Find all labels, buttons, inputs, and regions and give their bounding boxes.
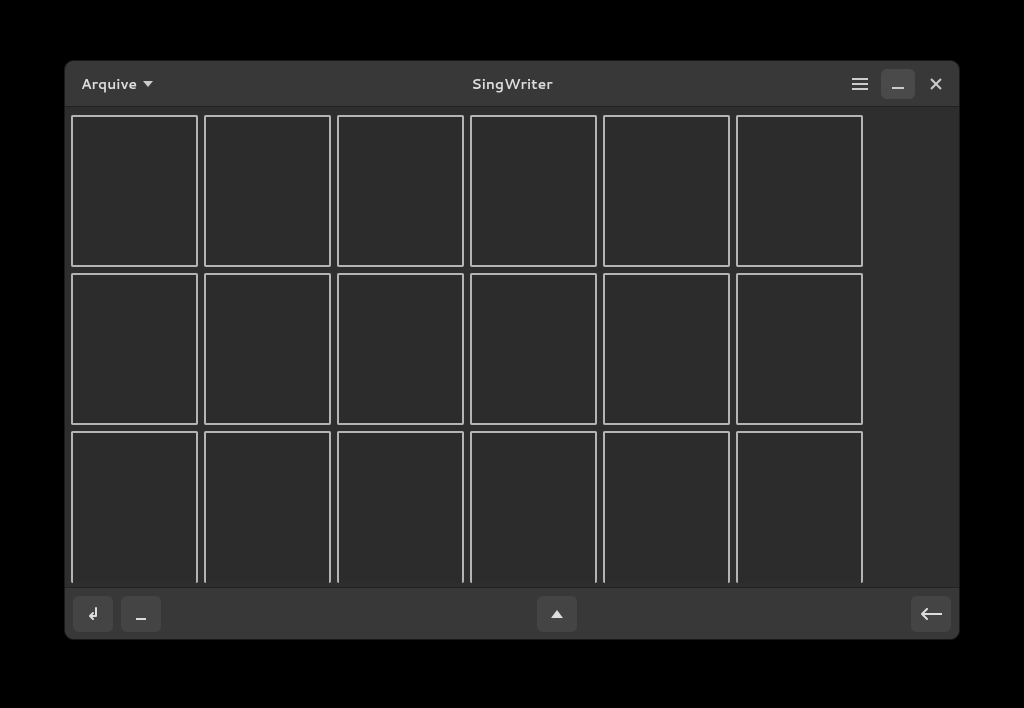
minimize-button[interactable] [881,69,915,99]
expand-up-button[interactable] [537,596,577,632]
backspace-button[interactable] [911,596,951,632]
grid-cell[interactable] [337,115,464,267]
grid-cell[interactable] [736,115,863,267]
window-title: SingWriter [65,74,959,94]
arrow-left-icon [920,608,942,620]
arquive-menu-label: Arquive [81,74,137,94]
grid-cell[interactable] [71,431,198,583]
hamburger-menu-button[interactable] [843,69,877,99]
grid-cell[interactable] [71,115,198,267]
grid-cell[interactable] [736,273,863,425]
minimize-icon [892,78,904,90]
grid-cell[interactable] [204,431,331,583]
close-icon [930,78,942,90]
grid-cell[interactable] [470,115,597,267]
grid-cell[interactable] [204,273,331,425]
grid-cell[interactable] [736,431,863,583]
hamburger-icon [852,78,868,90]
close-button[interactable] [919,69,953,99]
content-area [65,107,959,587]
grid-cell[interactable] [603,273,730,425]
grid-cell[interactable] [603,115,730,267]
grid-cell[interactable] [337,273,464,425]
grid-cell[interactable] [603,431,730,583]
grid-cell[interactable] [470,431,597,583]
underscore-icon [134,607,148,621]
return-icon [85,606,101,622]
arquive-menu-button[interactable]: Arquive [71,68,163,100]
grid-cell[interactable] [204,115,331,267]
triangle-up-icon [551,610,563,618]
space-button[interactable] [121,596,161,632]
newline-button[interactable] [73,596,113,632]
app-window: Arquive SingWriter [64,60,960,640]
grid-cell[interactable] [71,273,198,425]
chevron-down-icon [143,81,153,87]
grid-cell[interactable] [470,273,597,425]
sign-grid [71,115,863,587]
titlebar: Arquive SingWriter [65,61,959,107]
grid-cell[interactable] [337,431,464,583]
bottom-toolbar [65,587,959,639]
